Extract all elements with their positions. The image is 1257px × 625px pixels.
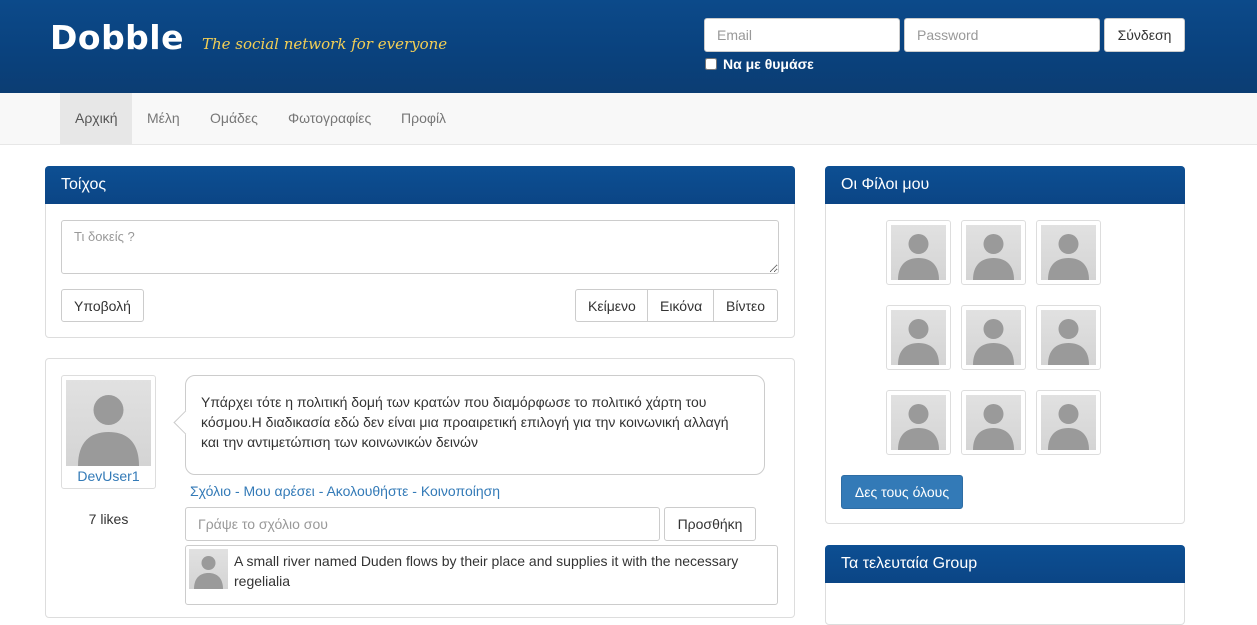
remember-me-checkbox[interactable]	[705, 58, 717, 70]
nav-item-photos[interactable]: Φωτογραφίες	[273, 93, 386, 144]
site-tagline: The social network for everyone	[202, 35, 448, 53]
post-bubble: Υπάρχει τότε η πολιτική δομή των κρατών …	[185, 375, 765, 475]
groups-title: Τα τελευταία Group	[825, 545, 1185, 583]
nav-item-home[interactable]: Αρχική	[60, 93, 132, 144]
comment-text: A small river named Duden flows by their…	[234, 553, 739, 589]
friend-thumbnail[interactable]	[886, 390, 951, 455]
follow-link[interactable]: Ακολουθήστε	[326, 483, 408, 499]
commenter-avatar-icon	[189, 549, 228, 589]
submit-button[interactable]: Υποβολή	[61, 289, 144, 322]
nav-item-profile[interactable]: Προφίλ	[386, 93, 461, 144]
friend-avatar-icon	[891, 310, 946, 365]
password-field[interactable]	[904, 18, 1100, 52]
login-button[interactable]: Σύνδεση	[1104, 18, 1185, 52]
friends-panel: Οι Φίλοι μου Δες τους όλους	[825, 166, 1185, 524]
friend-avatar-icon	[1041, 225, 1096, 280]
friend-thumbnail[interactable]	[961, 305, 1026, 370]
remember-me[interactable]: Να με θυμάσε	[705, 56, 814, 72]
friend-thumbnail[interactable]	[886, 305, 951, 370]
like-link[interactable]: Μου αρέσει	[244, 483, 315, 499]
friend-thumbnail[interactable]	[1036, 305, 1101, 370]
friend-avatar-icon	[966, 395, 1021, 450]
author-name[interactable]: DevUser1	[66, 468, 151, 484]
main-nav: Αρχική Μέλη Ομάδες Φωτογραφίες Προφίλ	[0, 93, 1257, 145]
add-comment-button[interactable]: Προσθήκη	[664, 507, 756, 541]
friend-thumbnail[interactable]	[961, 220, 1026, 285]
site-header: Dobble The social network for everyone Σ…	[0, 0, 1257, 93]
likes-count: 7 likes	[88, 511, 129, 527]
friend-thumbnail[interactable]	[886, 220, 951, 285]
image-type-button[interactable]: Εικόνα	[647, 289, 714, 322]
site-logo[interactable]: Dobble	[50, 18, 184, 57]
friend-avatar-icon	[891, 395, 946, 450]
groups-panel: Τα τελευταία Group	[825, 545, 1185, 625]
share-link[interactable]: Κοινοποίηση	[421, 483, 500, 499]
nav-item-groups[interactable]: Ομάδες	[195, 93, 273, 144]
friend-thumbnail[interactable]	[1036, 390, 1101, 455]
action-separator: -	[234, 483, 244, 499]
remember-me-label: Να με θυμάσε	[723, 56, 814, 72]
wall-title: Τοίχος	[45, 166, 795, 204]
post-actions: Σχόλιο - Μου αρέσει - Ακολουθήστε - Κοιν…	[190, 483, 500, 499]
comment-input[interactable]	[185, 507, 660, 541]
friends-title: Οι Φίλοι μου	[825, 166, 1185, 204]
status-input[interactable]	[61, 220, 779, 274]
comment-item: A small river named Duden flows by their…	[185, 545, 778, 605]
post-type-group: Κείμενο Εικόνα Βίντεο	[575, 289, 778, 322]
nav-item-members[interactable]: Μέλη	[132, 93, 195, 144]
friend-thumbnail[interactable]	[961, 390, 1026, 455]
friend-thumbnail[interactable]	[1036, 220, 1101, 285]
action-separator: -	[412, 483, 421, 499]
avatar-icon	[66, 380, 151, 466]
see-all-friends-button[interactable]: Δες τους όλους	[841, 475, 963, 509]
comment-link[interactable]: Σχόλιο	[190, 483, 231, 499]
author-card[interactable]: DevUser1	[61, 375, 156, 489]
friend-avatar-icon	[966, 310, 1021, 365]
text-type-button[interactable]: Κείμενο	[575, 289, 648, 322]
friend-avatar-icon	[891, 225, 946, 280]
post-panel: DevUser1 7 likes Υπάρχει τότε η πολιτική…	[45, 358, 795, 618]
wall-panel: Τοίχος Υποβολή Κείμενο Εικόνα Βίντεο	[45, 166, 795, 338]
video-type-button[interactable]: Βίντεο	[713, 289, 778, 322]
email-field[interactable]	[704, 18, 900, 52]
friend-avatar-icon	[1041, 310, 1096, 365]
post-text: Υπάρχει τότε η πολιτική δομή των κρατών …	[201, 394, 729, 450]
friend-avatar-icon	[1041, 395, 1096, 450]
friend-avatar-icon	[966, 225, 1021, 280]
